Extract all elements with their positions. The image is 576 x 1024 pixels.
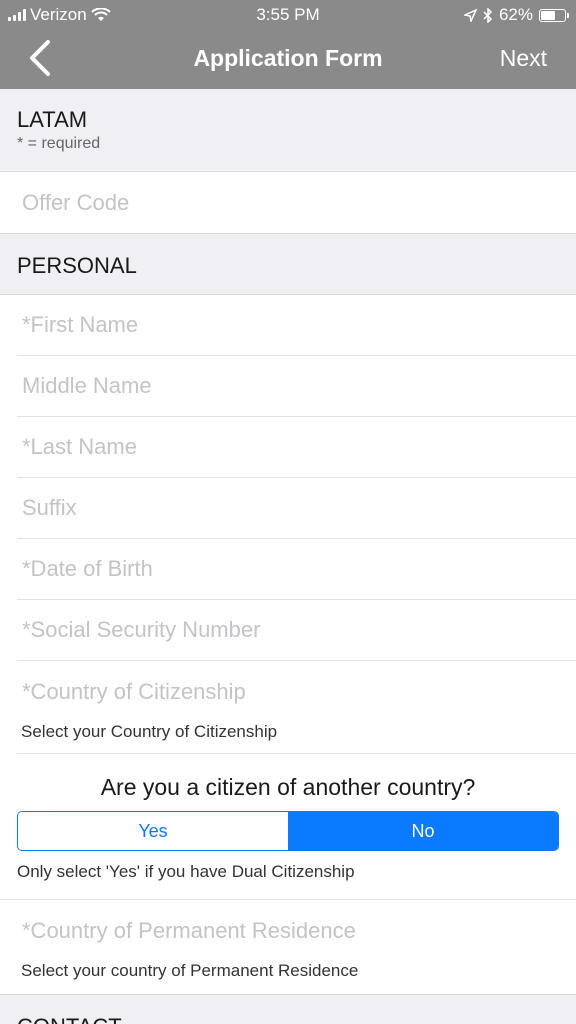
battery-percent: 62% <box>498 5 533 24</box>
bluetooth-icon <box>483 7 493 23</box>
citizenship-input[interactable] <box>17 661 576 722</box>
last-name-row <box>17 417 576 478</box>
form-content: LATAM * = required PERSONAL Select your … <box>0 89 576 1024</box>
suffix-input[interactable] <box>17 478 576 538</box>
battery-icon <box>539 8 569 22</box>
required-note: * = required <box>17 135 101 152</box>
residence-hint: Select your country of Permanent Residen… <box>21 961 359 980</box>
citizenship-hint: Select your Country of Citizenship <box>21 722 278 741</box>
no-segment[interactable]: No <box>288 812 558 850</box>
form-program-name: LATAM <box>17 107 88 132</box>
citizenship-row <box>17 661 576 722</box>
yes-segment[interactable]: Yes <box>18 812 288 850</box>
residence-block: Select your country of Permanent Residen… <box>17 900 576 994</box>
section-header-personal: PERSONAL <box>0 233 576 295</box>
first-name-row <box>17 295 576 356</box>
dual-citizenship-hint: Only select 'Yes' if you have Dual Citiz… <box>17 862 355 881</box>
navigation-bar: Application Form Next <box>0 30 576 89</box>
offer-code-row <box>0 172 576 233</box>
form-header: LATAM * = required <box>0 89 576 172</box>
residence-input[interactable] <box>17 900 576 961</box>
residence-row <box>17 900 576 961</box>
dual-citizenship-toggle: Yes No <box>17 811 559 851</box>
dual-hint-block: Only select 'Yes' if you have Dual Citiz… <box>0 851 576 900</box>
suffix-row <box>17 478 576 539</box>
middle-name-input[interactable] <box>17 356 576 416</box>
location-arrow-icon <box>463 8 477 22</box>
dual-citizenship-question: Are you a citizen of another country? <box>100 774 476 800</box>
first-name-input[interactable] <box>17 295 576 355</box>
next-button[interactable]: Next <box>500 45 547 72</box>
middle-name-row <box>17 356 576 417</box>
date-of-birth-input[interactable] <box>17 539 576 599</box>
last-name-input[interactable] <box>17 417 576 477</box>
date-of-birth-row <box>17 539 576 600</box>
section-header-contact: CONTACT <box>0 994 576 1024</box>
ssn-input[interactable] <box>17 600 576 660</box>
status-bar: Verizon 3:55 PM 62% <box>0 0 576 30</box>
top-bar: Verizon 3:55 PM 62% Application Form Nex… <box>0 0 576 89</box>
citizenship-block: Select your Country of Citizenship <box>17 661 576 754</box>
offer-code-input[interactable] <box>17 172 557 233</box>
page-title: Application Form <box>193 45 383 71</box>
ssn-row <box>17 600 576 661</box>
